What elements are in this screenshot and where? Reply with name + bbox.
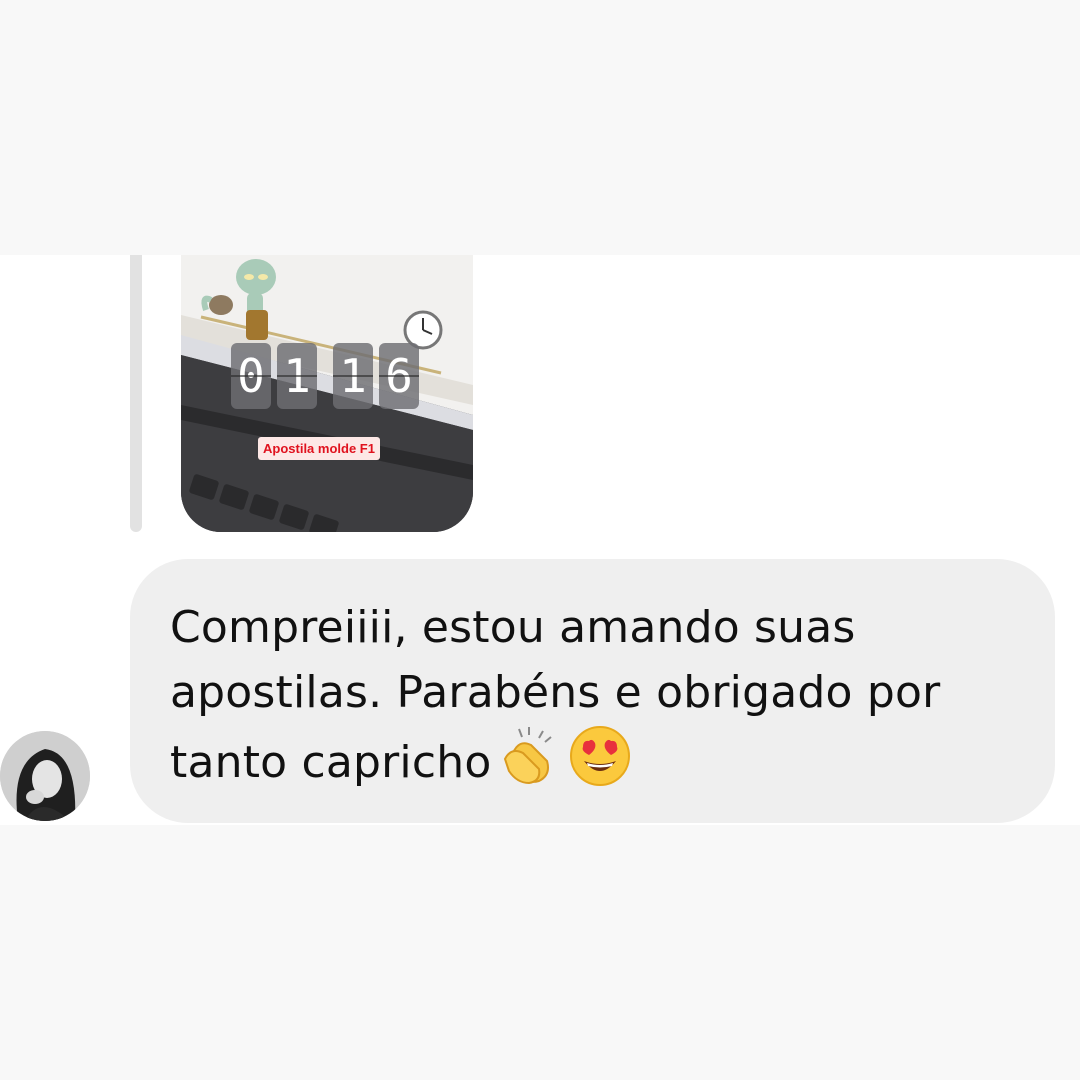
- top-margin: [0, 0, 1080, 255]
- countdown-counter: 0 1 1 6: [231, 343, 419, 409]
- message-bubble[interactable]: Compreiiii, estou amando suas apostilas.…: [130, 559, 1055, 823]
- counter-digit: 1: [333, 343, 373, 409]
- heart-eyes-face-icon: [569, 725, 631, 805]
- profile-photo: [0, 731, 90, 821]
- replied-story-preview[interactable]: 0 1 1 6 Apostila molde F1: [181, 255, 473, 532]
- counter-digit: 6: [379, 343, 419, 409]
- counter-digit: 1: [277, 343, 317, 409]
- bottom-margin: [0, 825, 1080, 1080]
- clapping-hands-icon: [499, 725, 561, 805]
- reply-indicator-bar: [130, 255, 142, 532]
- counter-digit: 0: [231, 343, 271, 409]
- avatar[interactable]: [0, 731, 90, 821]
- message-text: Compreiiii, estou amando suas apostilas.…: [170, 595, 1015, 805]
- story-text-tag: Apostila molde F1: [258, 437, 380, 460]
